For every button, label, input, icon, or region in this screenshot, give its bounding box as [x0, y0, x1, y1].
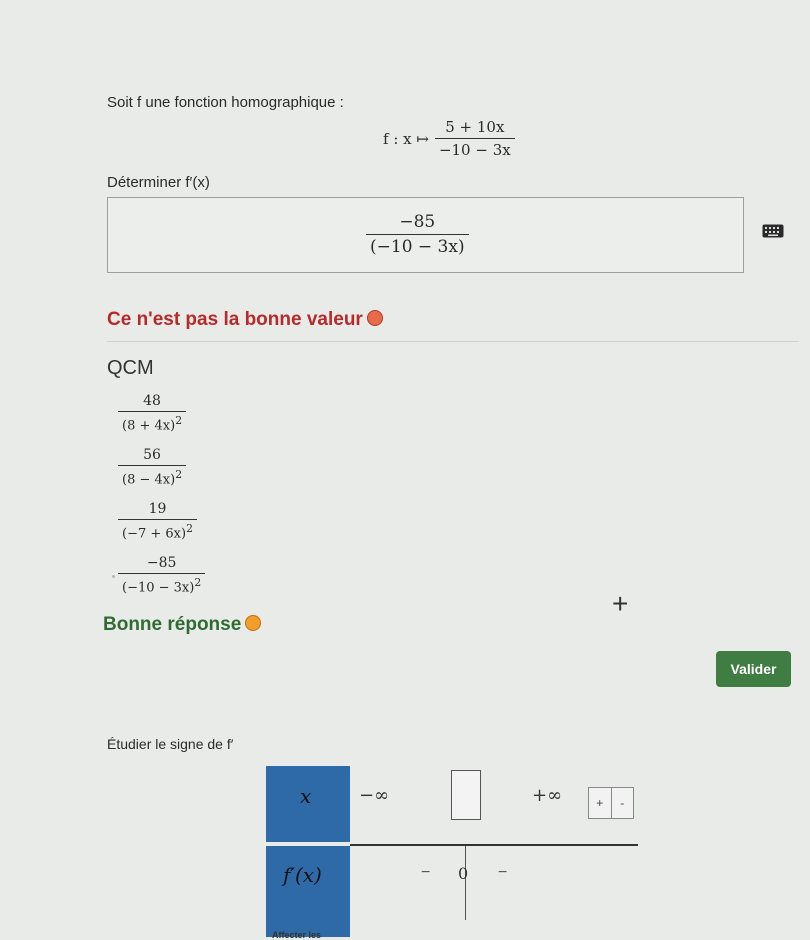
answer-numerator: −85 — [399, 212, 436, 232]
qcm-option-4[interactable]: −85 (−10 − 3x)2 — [118, 555, 206, 596]
option-exponent: 2 — [175, 468, 183, 481]
sign-selector[interactable]: + - — [588, 787, 634, 819]
add-button[interactable]: + — [612, 588, 628, 620]
option-denominator: (−7 + 6x) — [122, 526, 187, 542]
critical-value-input[interactable] — [451, 770, 481, 820]
wrong-feedback-text: Ce n'est pas la bonne valeur — [107, 309, 363, 330]
definition-prefix: f : x ↦ — [383, 129, 429, 148]
section-divider — [107, 341, 799, 342]
plus-sign-button[interactable]: + — [589, 788, 612, 818]
right-answer-feedback: Bonne réponse — [103, 614, 262, 636]
function-definition: f : x ↦ 5 + 10x −10 − 3x — [383, 118, 515, 159]
option-numerator: −85 — [146, 555, 177, 571]
keyboard-icon[interactable] — [762, 224, 784, 238]
plus-infinity: +∞ — [532, 785, 563, 806]
minus-infinity: −∞ — [359, 785, 390, 806]
option-exponent: 2 — [175, 414, 183, 427]
zero-value[interactable]: 0 — [458, 864, 468, 883]
sign-study-title: Étudier le signe de f′ — [107, 736, 234, 752]
option-numerator: 48 — [143, 393, 161, 409]
qcm-option-2[interactable]: 56 (8 − 4x)2 — [118, 447, 187, 488]
qcm-option-3[interactable]: 19 (−7 + 6x)2 — [118, 501, 197, 541]
sign-left[interactable]: − — [421, 864, 430, 882]
qcm-title: QCM — [107, 357, 154, 379]
sign-table-divider — [350, 844, 638, 846]
question-text: Déterminer f′(x) — [107, 174, 210, 191]
answer-fraction: −85 (−10 − 3x) — [366, 212, 469, 257]
selected-option-marker — [112, 575, 115, 578]
sad-face-icon — [366, 309, 383, 326]
sign-table-header-fprime — [266, 846, 350, 937]
answer-denominator: (−10 − 3x) — [366, 234, 469, 257]
definition-denominator: −10 − 3x — [434, 138, 515, 159]
intro-text: Soit f une fonction homographique : — [107, 94, 344, 111]
option-denominator: (−10 − 3x) — [122, 580, 195, 596]
minus-sign-button[interactable]: - — [612, 788, 634, 818]
option-denominator: (8 − 4x) — [122, 472, 176, 488]
sign-table-value-line — [465, 846, 466, 920]
fprime-label: f′(x) — [283, 863, 322, 887]
wrong-answer-feedback: Ce n'est pas la bonne valeur — [107, 309, 383, 331]
option-exponent: 2 — [186, 522, 193, 535]
option-numerator: 19 — [148, 501, 167, 517]
x-label: x — [300, 784, 312, 808]
right-feedback-text: Bonne réponse — [103, 614, 242, 635]
definition-numerator: 5 + 10x — [445, 118, 505, 136]
sign-right[interactable]: − — [498, 864, 507, 882]
validate-button[interactable]: Valider — [716, 651, 791, 687]
assign-label: Affecter les — [272, 930, 322, 940]
answer-input[interactable]: −85 (−10 − 3x) — [107, 197, 784, 273]
option-exponent: 2 — [194, 576, 202, 589]
happy-face-icon — [245, 614, 262, 631]
qcm-option-1[interactable]: 48 (8 + 4x)2 — [118, 393, 187, 434]
option-numerator: 56 — [143, 447, 161, 463]
option-denominator: (8 + 4x) — [122, 418, 176, 434]
definition-fraction: 5 + 10x −10 − 3x — [434, 118, 515, 159]
